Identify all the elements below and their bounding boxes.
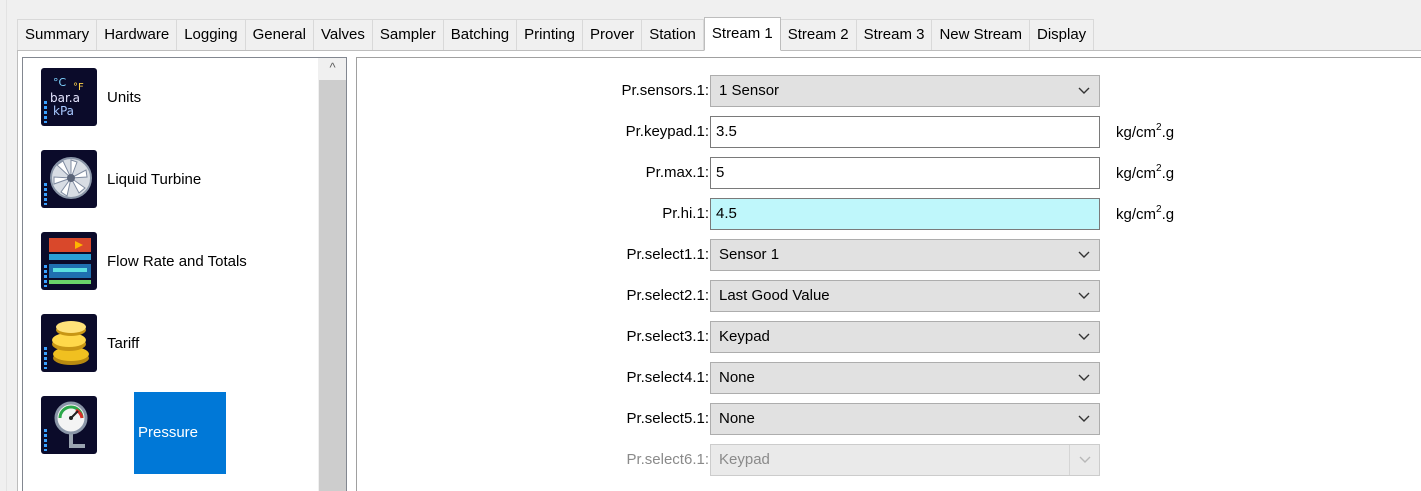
- unit-label: kg/cm2.g: [1116, 122, 1175, 142]
- tab-page-stream-1: °C °F bar.a kPa Units Liquid Turbine Flo…: [17, 50, 1421, 491]
- list-item-label: Pressure: [134, 392, 226, 474]
- pressure-settings-form: Pr.sensors.1: 1 Sensor Pr.keypad.1: 3.5 …: [356, 57, 1421, 491]
- form-row-pr-select1: Pr.select1.1: Sensor 1: [357, 239, 1421, 273]
- list-item-liquid-turbine[interactable]: Liquid Turbine: [41, 140, 301, 220]
- unit-label: kg/cm2.g: [1116, 163, 1175, 183]
- pr-sensors-dropdown[interactable]: 1 Sensor: [710, 75, 1100, 107]
- chevron-down-icon: [1077, 240, 1091, 270]
- field-label: Pr.keypad.1:: [625, 123, 709, 140]
- tab-logging[interactable]: Logging: [177, 19, 246, 50]
- category-list: °C °F bar.a kPa Units Liquid Turbine Flo…: [22, 57, 347, 491]
- form-row-pr-max: Pr.max.1: 5 kg/cm2.g: [357, 157, 1421, 191]
- dropdown-value: 1 Sensor: [719, 82, 780, 99]
- turbine-icon: [41, 150, 97, 208]
- form-row-pr-select4: Pr.select4.1: None: [357, 362, 1421, 396]
- dropdown-value: None: [719, 410, 755, 427]
- form-row-pr-select6: Pr.select6.1: Keypad: [357, 444, 1421, 478]
- tab-summary[interactable]: Summary: [17, 19, 98, 50]
- tab-stream-2[interactable]: Stream 2: [780, 19, 857, 50]
- pr-select1-dropdown[interactable]: Sensor 1: [710, 239, 1100, 271]
- list-item-label: Flow Rate and Totals: [107, 253, 247, 270]
- pr-select5-dropdown[interactable]: None: [710, 403, 1100, 435]
- form-row-pr-select2: Pr.select2.1: Last Good Value: [357, 280, 1421, 314]
- tab-sampler[interactable]: Sampler: [372, 19, 444, 50]
- tab-new-stream[interactable]: New Stream: [932, 19, 1030, 50]
- units-icon: °C °F bar.a kPa: [41, 68, 97, 126]
- dropdown-value: Keypad: [719, 328, 770, 345]
- form-row-pr-keypad: Pr.keypad.1: 3.5 kg/cm2.g: [357, 116, 1421, 150]
- svg-text:°C: °C: [53, 76, 67, 89]
- tab-batching[interactable]: Batching: [443, 19, 518, 50]
- tab-prover[interactable]: Prover: [583, 19, 643, 50]
- field-label: Pr.select5.1:: [626, 410, 709, 427]
- list-item-tariff[interactable]: Tariff: [41, 304, 301, 384]
- coins-icon: [41, 314, 97, 372]
- chevron-down-icon: [1077, 76, 1091, 106]
- chevron-down-icon: [1077, 363, 1091, 393]
- tab-bar: Summary Hardware Logging General Valves …: [17, 17, 1421, 51]
- tab-printing[interactable]: Printing: [517, 19, 583, 50]
- tab-valves[interactable]: Valves: [313, 19, 373, 50]
- chevron-down-icon: [1077, 404, 1091, 434]
- dropdown-value: Sensor 1: [719, 246, 780, 263]
- field-label: Pr.select1.1:: [626, 246, 709, 263]
- tab-station[interactable]: Station: [642, 19, 704, 50]
- tab-hardware[interactable]: Hardware: [97, 19, 178, 50]
- tab-stream-3[interactable]: Stream 3: [856, 19, 933, 50]
- chevron-down-icon: [1077, 281, 1091, 311]
- window-left-edge: [0, 0, 7, 491]
- list-item-units[interactable]: °C °F bar.a kPa Units: [41, 58, 301, 138]
- tab-general[interactable]: General: [245, 19, 314, 50]
- list-scrollbar[interactable]: ^: [318, 58, 346, 491]
- scroll-thumb[interactable]: [319, 80, 346, 491]
- list-item-label: Units: [107, 89, 142, 106]
- scroll-up-button[interactable]: ^: [318, 58, 346, 78]
- pressure-gauge-icon: [41, 396, 97, 454]
- list-item-flow-rate-and-totals[interactable]: Flow Rate and Totals: [41, 222, 301, 302]
- dropdown-value: Keypad: [719, 451, 770, 468]
- form-row-pr-select3: Pr.select3.1: Keypad: [357, 321, 1421, 355]
- form-row-pr-sensors: Pr.sensors.1: 1 Sensor: [357, 75, 1421, 109]
- form-row-pr-hi: Pr.hi.1: 4.5 kg/cm2.g: [357, 198, 1421, 232]
- pr-select4-dropdown[interactable]: None: [710, 362, 1100, 394]
- pr-select3-dropdown[interactable]: Keypad: [710, 321, 1100, 353]
- field-label: Pr.select4.1:: [626, 369, 709, 386]
- chevron-down-icon: [1069, 445, 1099, 475]
- flow-rate-icon: [41, 232, 97, 290]
- list-item-label: Liquid Turbine: [107, 171, 202, 188]
- field-label: Pr.sensors.1:: [621, 82, 709, 99]
- field-label: Pr.select3.1:: [626, 328, 709, 345]
- pr-select6-dropdown: Keypad: [710, 444, 1100, 476]
- unit-label: kg/cm2.g: [1116, 204, 1175, 224]
- pr-select2-dropdown[interactable]: Last Good Value: [710, 280, 1100, 312]
- tab-display[interactable]: Display: [1030, 19, 1095, 50]
- field-label: Pr.select6.1:: [626, 451, 709, 468]
- form-row-pr-select5: Pr.select5.1: None: [357, 403, 1421, 437]
- pr-keypad-input[interactable]: 3.5: [710, 116, 1100, 148]
- field-label: Pr.max.1:: [645, 164, 709, 181]
- window-top-strip: [0, 0, 1421, 16]
- chevron-down-icon: [1077, 322, 1091, 352]
- svg-text:kPa: kPa: [53, 104, 74, 118]
- pr-hi-input[interactable]: 4.5: [710, 198, 1100, 230]
- list-item-label: Tariff: [107, 335, 140, 352]
- pr-max-input[interactable]: 5: [710, 157, 1100, 189]
- svg-text:bar.a: bar.a: [50, 91, 80, 105]
- field-label: Pr.hi.1:: [662, 205, 709, 222]
- list-item-pressure[interactable]: Pressure: [41, 386, 301, 474]
- field-label: Pr.select2.1:: [626, 287, 709, 304]
- dropdown-value: Last Good Value: [719, 287, 830, 304]
- tab-stream-1[interactable]: Stream 1: [703, 17, 781, 51]
- dropdown-value: None: [719, 369, 755, 386]
